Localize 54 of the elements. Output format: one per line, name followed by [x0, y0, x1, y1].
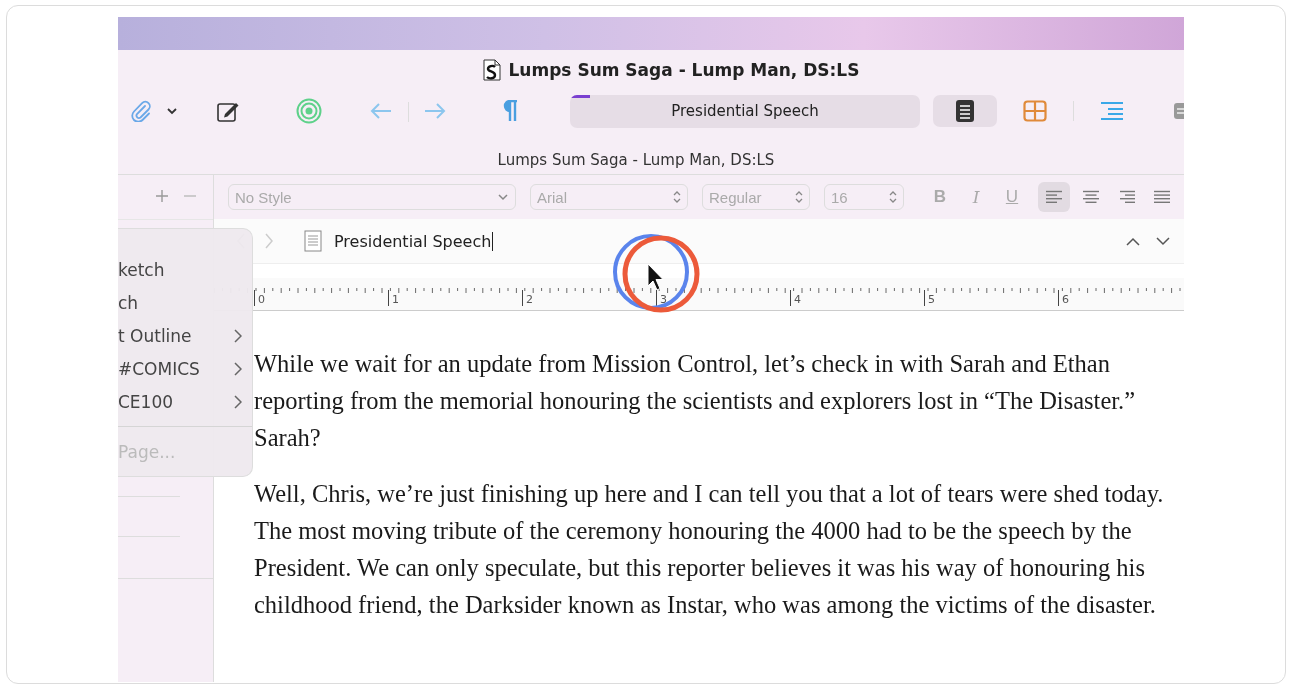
grid-icon [1023, 100, 1047, 122]
ruler-number: 2 [522, 290, 533, 306]
chevron-down-icon[interactable] [166, 107, 178, 115]
back-arrow-icon[interactable] [370, 103, 392, 119]
stepper-icon [673, 190, 681, 204]
align-right-icon [1117, 190, 1135, 204]
bold-button[interactable]: B [928, 187, 952, 207]
ruler-number: 5 [924, 290, 935, 306]
inspector-icon[interactable] [1174, 101, 1184, 121]
stepper-icon [889, 190, 897, 204]
ruler-number: 1 [388, 290, 399, 306]
menu-item[interactable]: CE100 [118, 385, 252, 418]
menu-item[interactable]: ch [118, 286, 252, 319]
submenu-chevron-icon [234, 361, 242, 376]
chevron-down-icon[interactable] [1156, 236, 1170, 246]
document-view-icon [955, 99, 975, 123]
target-icon[interactable] [296, 98, 322, 124]
menu-item[interactable]: ketch [118, 253, 252, 286]
forward-arrow-icon[interactable] [424, 103, 446, 119]
paragraph: While we wait for an update from Mission Control, let’s check in with Sarah and Ethan reporting from the memorial honouring the scientists and explorers lost in “The Disaster.” Sarah? [254, 349, 1137, 453]
document-subtitle: Lumps Sum Saga - Lump Man, DS:LS [497, 151, 775, 169]
submenu-chevron-icon [234, 394, 242, 409]
document-icon [482, 59, 501, 81]
font-size-field[interactable]: 16 [824, 184, 904, 210]
style-dropdown[interactable]: No Style [228, 184, 516, 210]
window-title: Lumps Sum Saga - Lump Man, DS:LS [508, 60, 860, 80]
menu-item[interactable]: t Outline [118, 319, 252, 352]
align-center-icon [1081, 190, 1099, 204]
submenu-chevron-icon [234, 328, 242, 343]
ruler-number: 0 [254, 290, 265, 306]
document-view-button[interactable] [933, 95, 997, 127]
document-title-field[interactable]: Presidential Speech [570, 94, 920, 128]
forward-chevron-icon[interactable] [264, 232, 274, 250]
italic-button[interactable]: I [964, 187, 988, 207]
chevron-down-icon [497, 193, 509, 201]
font-dropdown[interactable]: Arial [530, 184, 688, 210]
weight-dropdown[interactable]: Regular [702, 184, 810, 210]
align-left-button[interactable] [1038, 182, 1070, 212]
plus-icon [155, 189, 169, 203]
document-title-field[interactable]: Presidential Speech [334, 231, 494, 251]
document-icon [304, 230, 322, 252]
align-left-icon [1045, 190, 1063, 204]
pilcrow-icon[interactable] [501, 100, 519, 122]
chevron-up-icon[interactable] [1126, 236, 1140, 246]
add-button[interactable] [155, 189, 171, 205]
outline-icon [1100, 101, 1124, 121]
ruler-number: 4 [790, 290, 801, 306]
ruler-number: 6 [1058, 290, 1069, 306]
menu-item[interactable]: #COMICS [118, 352, 252, 385]
paragraph: Well, Chris, we’re just finishing up here and I can tell you that a lot of tears were shed today. The most moving tribute of the ceremony honouring the 4000 had to be the speech by the President. We can only speculate, but this reporter believes it was his way of honouring his childhood friend, the Darksider known as Instar, who was among the victims of the disaster. [254, 479, 1165, 620]
underline-button[interactable]: U [1000, 187, 1024, 207]
align-justify-icon [1153, 190, 1171, 204]
stepper-icon [795, 190, 803, 204]
paperclip-icon[interactable] [130, 100, 152, 122]
